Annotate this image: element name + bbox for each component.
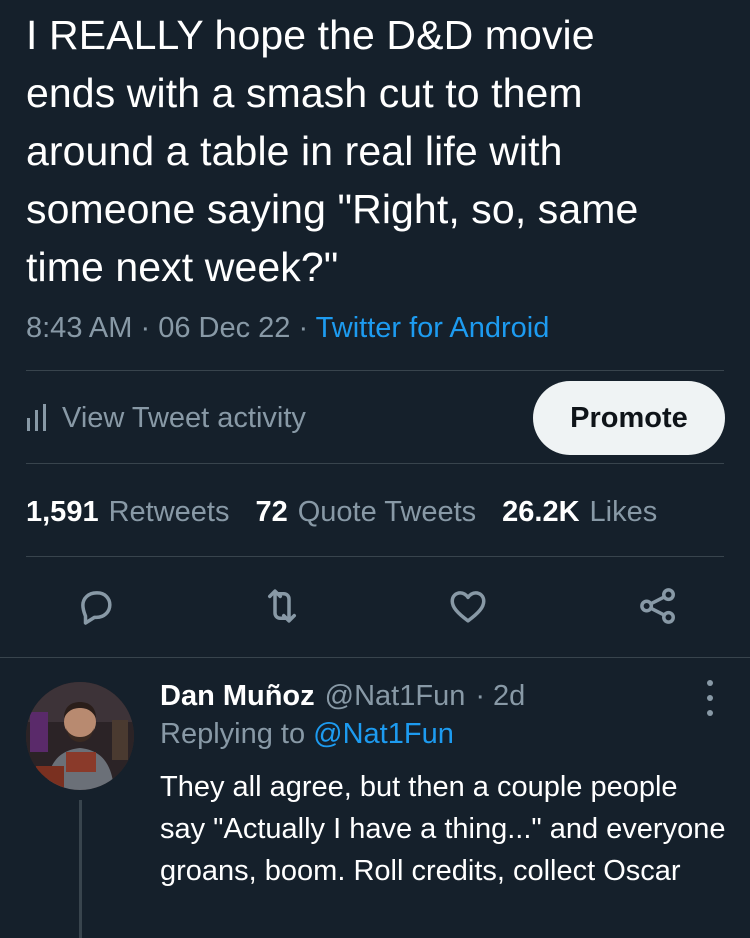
- tweet-time: 8:43 AM: [26, 312, 133, 344]
- thread-line: [79, 800, 82, 938]
- divider: [0, 657, 750, 658]
- likes-stat[interactable]: 26.2K Likes: [502, 496, 657, 529]
- quote-tweets-label: Quote Tweets: [297, 495, 477, 528]
- quote-tweets-count: 72: [255, 495, 288, 528]
- avatar[interactable]: [26, 682, 134, 790]
- likes-label: Likes: [589, 495, 658, 528]
- retweets-label: Retweets: [108, 495, 230, 528]
- bar-chart-icon: [27, 404, 46, 431]
- divider: [26, 370, 724, 371]
- retweet-button[interactable]: [258, 582, 306, 630]
- view-tweet-activity-label: View Tweet activity: [62, 401, 306, 434]
- like-icon: [450, 591, 486, 623]
- meta-separator: ·: [290, 312, 316, 344]
- replying-prefix: Replying to: [160, 718, 306, 750]
- reply-header: Dan Muñoz @Nat1Fun · 2d: [160, 676, 525, 716]
- tweet-meta: 8:43 AM · 06 Dec 22 · Twitter for Androi…: [26, 308, 549, 348]
- tweet-source-link[interactable]: Twitter for Android: [316, 312, 550, 344]
- share-icon: [640, 588, 675, 624]
- reply-author-name[interactable]: Dan Muñoz: [160, 680, 315, 713]
- retweet-icon: [268, 589, 296, 623]
- divider: [26, 556, 724, 557]
- reply-icon: [81, 591, 112, 625]
- more-options-icon[interactable]: [700, 680, 720, 716]
- promote-button[interactable]: Promote: [533, 381, 725, 455]
- retweets-stat[interactable]: 1,591 Retweets: [26, 496, 229, 529]
- meta-separator: ·: [132, 312, 159, 344]
- reply-text: They all agree, but then a couple people…: [160, 771, 726, 887]
- view-tweet-activity-button[interactable]: View Tweet activity: [26, 396, 306, 440]
- tweet-stats: 1,591 Retweets 72 Quote Tweets 26.2K Likes: [26, 490, 657, 534]
- divider: [26, 463, 724, 464]
- like-button[interactable]: [444, 582, 492, 630]
- reply-age: · 2d: [475, 679, 526, 712]
- reply-author-handle[interactable]: @Nat1Fun: [325, 680, 466, 713]
- tweet-text: I REALLY hope the D&D movie ends with a …: [26, 12, 639, 290]
- tweet-actions: [0, 582, 750, 630]
- reply-button[interactable]: [72, 582, 120, 630]
- quote-tweets-stat[interactable]: 72 Quote Tweets: [255, 496, 476, 529]
- share-button[interactable]: [634, 582, 682, 630]
- tweet-date: 06 Dec 22: [158, 312, 291, 344]
- retweets-count: 1,591: [26, 495, 99, 528]
- replying-to-handle[interactable]: @Nat1Fun: [313, 718, 454, 750]
- replying-to: Replying to @Nat1Fun: [160, 718, 454, 758]
- likes-count: 26.2K: [502, 495, 580, 528]
